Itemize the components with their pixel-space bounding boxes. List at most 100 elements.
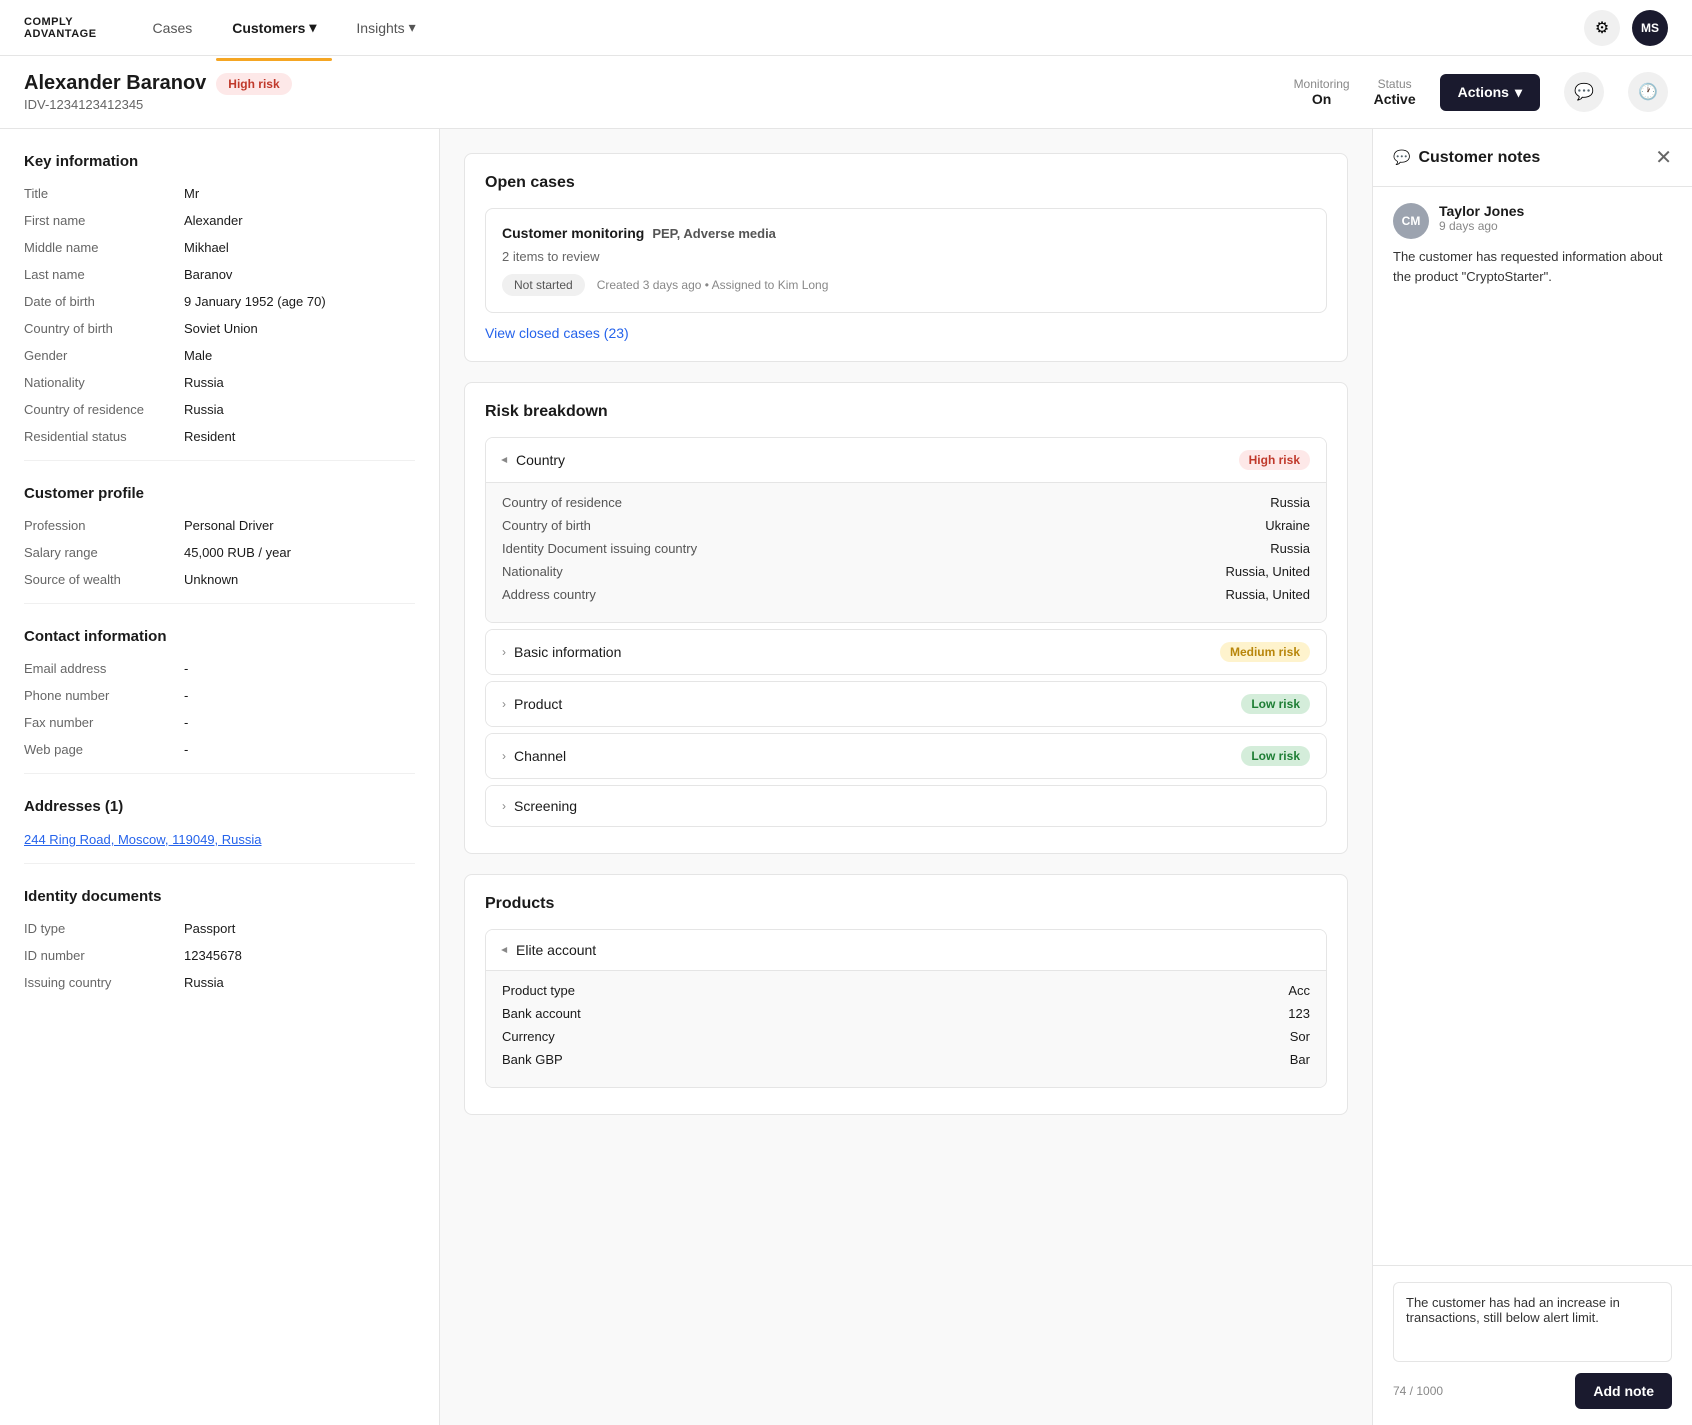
contact-information-fields: Email address-Phone number-Fax number-We…	[24, 661, 415, 757]
nav-cases[interactable]: Cases	[137, 11, 209, 44]
field-value: Male	[184, 348, 212, 363]
risk-name: Country	[516, 452, 1231, 468]
risk-detail-value: Russia	[1270, 495, 1310, 510]
field-value: Personal Driver	[184, 518, 274, 533]
settings-button[interactable]: ⚙	[1584, 10, 1620, 46]
risk-header[interactable]: › Channel Low risk	[486, 734, 1326, 778]
product-detail-row: Product type Acc	[502, 983, 1310, 998]
field-value: 45,000 RUB / year	[184, 545, 291, 560]
products-section: Products ▾ Elite account Product type Ac…	[464, 874, 1348, 1115]
note-item: CM Taylor Jones 9 days ago The customer …	[1393, 203, 1672, 286]
case-items-count: 2 items to review	[502, 249, 1310, 264]
messages-button[interactable]: 💬	[1564, 72, 1604, 112]
chevron-down-icon: ▾	[1515, 84, 1522, 101]
identity-documents-fields: ID typePassportID number12345678Issuing …	[24, 921, 415, 990]
note-header: CM Taylor Jones 9 days ago	[1393, 203, 1672, 239]
field-value: Russia	[184, 375, 224, 390]
risk-row: › Channel Low risk	[485, 733, 1327, 779]
field-value: -	[184, 688, 188, 703]
char-count: 74 / 1000	[1393, 1384, 1443, 1398]
product-detail-value: Sor	[1290, 1029, 1310, 1044]
field-row: GenderMale	[24, 348, 415, 363]
app-logo: COMPLY ADVANTAGE	[24, 16, 97, 40]
chevron-down-icon: ▾	[409, 19, 416, 36]
chevron-icon: ›	[502, 697, 506, 711]
risk-header[interactable]: › Basic information Medium risk	[486, 630, 1326, 674]
products-title: Products	[485, 895, 1327, 913]
risk-detail-label: Nationality	[502, 564, 563, 579]
risk-detail-value: Russia, United	[1225, 564, 1310, 579]
page-header: Alexander Baranov High risk IDV-12341234…	[0, 56, 1692, 129]
note-time: 9 days ago	[1439, 219, 1524, 233]
product-details: Product type Acc Bank account 123 Curren…	[486, 970, 1326, 1087]
notes-list: CM Taylor Jones 9 days ago The customer …	[1393, 203, 1672, 286]
products-items: ▾ Elite account Product type Acc Bank ac…	[485, 929, 1327, 1088]
field-row: First nameAlexander	[24, 213, 415, 228]
customer-profile-fields: ProfessionPersonal Driver Salary range45,…	[24, 518, 415, 587]
view-closed-cases-link[interactable]: View closed cases (23)	[485, 325, 1327, 341]
note-input[interactable]: The customer has had an increase in tran…	[1393, 1282, 1672, 1362]
field-label: Nationality	[24, 375, 184, 390]
divider-3	[24, 773, 415, 774]
field-label: Residential status	[24, 429, 184, 444]
field-value: Alexander	[184, 213, 243, 228]
field-label: Source of wealth	[24, 572, 184, 587]
field-label: Middle name	[24, 240, 184, 255]
chevron-icon: ›	[502, 645, 506, 659]
user-avatar-button[interactable]: MS	[1632, 10, 1668, 46]
product-detail-row: Currency Sor	[502, 1029, 1310, 1044]
risk-header[interactable]: › Product Low risk	[486, 682, 1326, 726]
add-note-button[interactable]: Add note	[1575, 1373, 1672, 1409]
field-value: Resident	[184, 429, 235, 444]
field-label: ID number	[24, 948, 184, 963]
field-label: Last name	[24, 267, 184, 282]
field-row: Date of birth9 January 1952 (age 70)	[24, 294, 415, 309]
risk-badge-high: High risk	[1239, 450, 1310, 470]
risk-detail-value: Russia, United	[1225, 587, 1310, 602]
product-detail-row: Bank account 123	[502, 1006, 1310, 1021]
risk-header[interactable]: › Screening	[486, 786, 1326, 826]
field-label: Web page	[24, 742, 184, 757]
address-link[interactable]: 244 Ring Road, Moscow, 119049, Russia	[24, 832, 262, 847]
note-footer-row: 74 / 1000 Add note	[1393, 1373, 1672, 1409]
risk-row: › Product Low risk	[485, 681, 1327, 727]
field-label: Fax number	[24, 715, 184, 730]
risk-name: Basic information	[514, 644, 1212, 660]
note-author-block: Taylor Jones 9 days ago	[1439, 203, 1524, 233]
field-row: Web page-	[24, 742, 415, 757]
product-detail-label: Bank account	[502, 1006, 581, 1021]
risk-badge-medium: Medium risk	[1220, 642, 1310, 662]
field-row: ProfessionPersonal Driver	[24, 518, 415, 533]
product-header[interactable]: ▾ Elite account	[486, 930, 1326, 970]
risk-header[interactable]: ▾ Country High risk	[486, 438, 1326, 482]
field-row: ID typePassport	[24, 921, 415, 936]
identity-documents-title: Identity documents	[24, 888, 415, 905]
customer-id: IDV-1234123412345	[24, 97, 292, 112]
product-detail-label: Currency	[502, 1029, 555, 1044]
nav-items: Cases Customers ▾ Insights ▾	[137, 11, 1584, 44]
product-detail-value: Acc	[1288, 983, 1310, 998]
history-button[interactable]: 🕐	[1628, 72, 1668, 112]
risk-detail-row: Address country Russia, United	[502, 587, 1310, 602]
close-notes-button[interactable]: ✕	[1655, 145, 1672, 170]
risk-detail-label: Country of residence	[502, 495, 622, 510]
field-row: TitleMr	[24, 186, 415, 201]
nav-insights[interactable]: Insights ▾	[340, 11, 431, 44]
field-row: Salary range45,000 RUB / year	[24, 545, 415, 560]
chevron-icon: ›	[502, 749, 506, 763]
nav-customers[interactable]: Customers ▾	[216, 11, 332, 44]
field-label: ID type	[24, 921, 184, 936]
risk-detail-row: Country of residence Russia	[502, 495, 1310, 510]
field-value: -	[184, 661, 188, 676]
risk-breakdown-title: Risk breakdown	[485, 403, 1327, 421]
notes-title: Customer notes	[1418, 149, 1647, 167]
note-text: The customer has requested information a…	[1393, 247, 1672, 286]
risk-name: Product	[514, 696, 1233, 712]
field-value: Baranov	[184, 267, 232, 282]
actions-button[interactable]: Actions ▾	[1440, 74, 1540, 111]
main-layout: Key information TitleMrFirst nameAlexand…	[0, 129, 1692, 1425]
field-row: ID number12345678	[24, 948, 415, 963]
case-status-badge: Not started	[502, 274, 585, 296]
customer-profile-title: Customer profile	[24, 485, 415, 502]
field-label: Phone number	[24, 688, 184, 703]
